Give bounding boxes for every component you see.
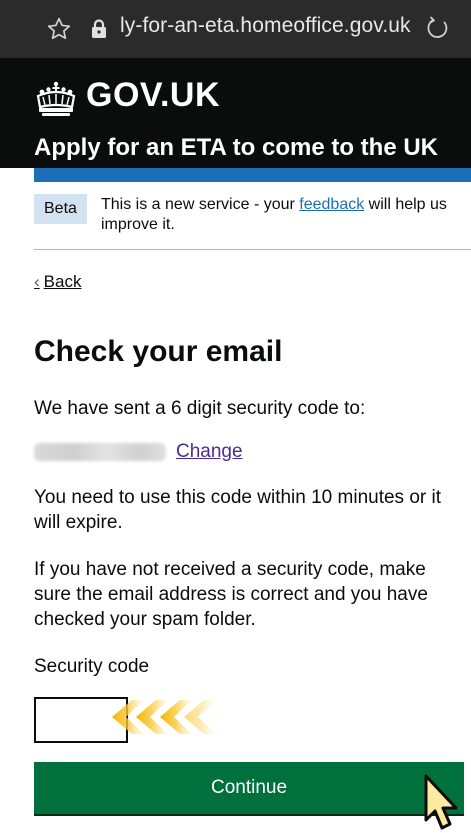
back-link-label: Back [43, 272, 82, 291]
govuk-header: GOV.UK Apply for an ETA to come to the U… [0, 58, 471, 168]
service-name[interactable]: Apply for an ETA to come to the UK [34, 134, 438, 162]
header-accent-bar [34, 168, 471, 182]
lock-icon [92, 19, 106, 38]
change-email-link[interactable]: Change [176, 441, 243, 463]
help-text: If you have not received a security code… [34, 559, 428, 630]
page-title: Check your email [34, 335, 283, 368]
reload-icon[interactable] [424, 15, 452, 43]
feedback-link[interactable]: feedback [299, 196, 364, 213]
phase-text-before: This is a new service - your [101, 196, 300, 213]
phase-banner-text: This is a new service - your feedback wi… [101, 195, 471, 235]
url-text[interactable]: ly-for-an-eta.homeoffice.gov.uk [120, 14, 411, 38]
beta-tag: Beta [34, 194, 87, 224]
email-row: Change [34, 441, 243, 463]
mouse-cursor-icon [424, 774, 458, 830]
continue-button[interactable]: Continue [34, 762, 464, 814]
phase-banner: Beta This is a new service - your feedba… [34, 190, 471, 250]
chevron-left-icon: ‹ [34, 272, 40, 291]
crown-logo-icon[interactable] [34, 80, 78, 118]
security-code-label: Security code [34, 656, 150, 677]
star-icon[interactable] [46, 16, 72, 42]
browser-url-bar: ly-for-an-eta.homeoffice.gov.uk [0, 0, 471, 58]
expiry-text: You need to use this code within 10 minu… [34, 487, 441, 533]
redacted-email [34, 443, 166, 461]
back-link[interactable]: ‹ Back [34, 272, 81, 292]
sent-to-text: We have sent a 6 digit security code to: [34, 398, 366, 419]
govuk-logo-text[interactable]: GOV.UK [86, 76, 220, 115]
pointer-arrows-icon [112, 700, 216, 734]
